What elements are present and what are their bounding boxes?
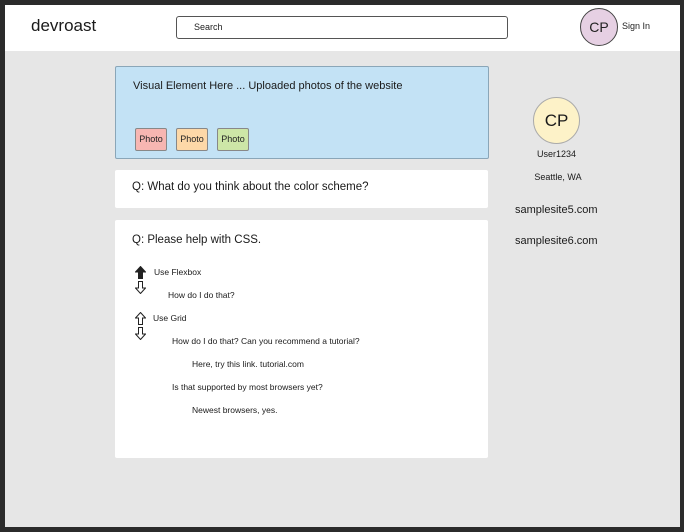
side-link[interactable]: samplesite6.com bbox=[515, 235, 598, 247]
reply-text: Newest browsers, yes. bbox=[192, 405, 278, 415]
answer-text: Use Grid bbox=[153, 313, 187, 323]
upvote-icon[interactable] bbox=[135, 266, 146, 279]
header: devroast Search CP Sign In bbox=[5, 5, 680, 51]
reply-text: How do I do that? Can you recommend a tu… bbox=[172, 336, 360, 346]
profile-username[interactable]: User1234 bbox=[533, 149, 580, 159]
reply-text: How do I do that? bbox=[168, 290, 235, 300]
photo-thumbnail[interactable]: Photo bbox=[217, 128, 249, 151]
reply-text: Is that supported by most browsers yet? bbox=[172, 382, 323, 392]
profile-avatar[interactable]: CP bbox=[533, 97, 580, 144]
side-link[interactable]: samplesite5.com bbox=[515, 204, 598, 216]
search-input[interactable]: Search bbox=[176, 16, 508, 39]
question-card[interactable]: Q: What do you think about the color sch… bbox=[115, 170, 488, 208]
answer-text: Use Flexbox bbox=[154, 267, 202, 277]
app-frame: devroast Search CP Sign In Visual Elemen… bbox=[5, 5, 680, 527]
profile-location: Seattle, WA bbox=[534, 172, 582, 182]
downvote-icon[interactable] bbox=[135, 327, 146, 340]
logo[interactable]: devroast bbox=[31, 16, 96, 36]
user-avatar[interactable]: CP bbox=[580, 8, 618, 46]
visual-element-text: Visual Element Here ... Uploaded photos … bbox=[133, 80, 403, 92]
reply-text: Here, try this link. tutorial.com bbox=[192, 359, 304, 369]
sign-in-link[interactable]: Sign In bbox=[622, 21, 650, 31]
question-card: Q: Please help with CSS. Use Flexbox How… bbox=[115, 220, 488, 458]
photo-thumbnail[interactable]: Photo bbox=[135, 128, 167, 151]
question-title[interactable]: Q: What do you think about the color sch… bbox=[132, 181, 369, 193]
visual-element-card: Visual Element Here ... Uploaded photos … bbox=[115, 66, 489, 159]
upvote-icon[interactable] bbox=[135, 312, 146, 325]
photo-thumbnail[interactable]: Photo bbox=[176, 128, 208, 151]
downvote-icon[interactable] bbox=[135, 281, 146, 294]
question-title[interactable]: Q: Please help with CSS. bbox=[132, 234, 261, 246]
